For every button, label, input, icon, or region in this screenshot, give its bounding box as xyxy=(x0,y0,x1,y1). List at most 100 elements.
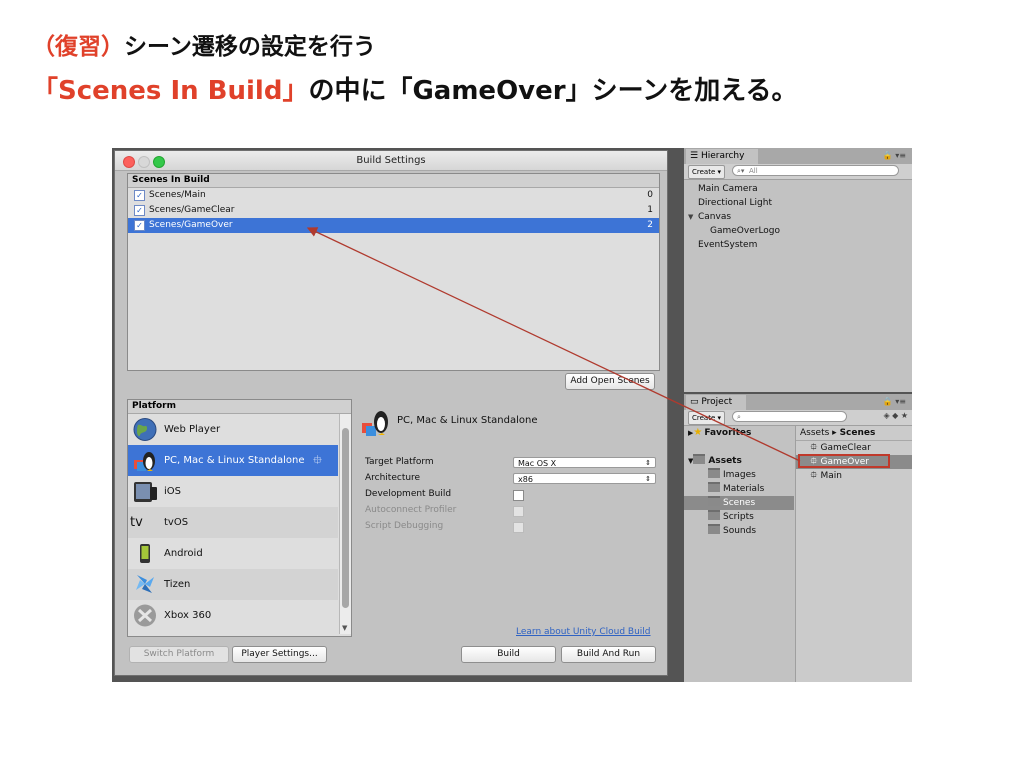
scroll-down-icon[interactable]: ▼ xyxy=(342,624,347,632)
tree-item[interactable]: Main Camera xyxy=(684,182,912,196)
folder-item[interactable]: Sounds xyxy=(684,524,794,538)
tree-item-label: Canvas xyxy=(698,212,732,222)
select-value: x86 xyxy=(518,475,533,484)
folder-label: Sounds xyxy=(723,526,757,536)
tree-item[interactable]: EventSystem xyxy=(684,238,912,252)
platform-web-player[interactable]: Web Player xyxy=(128,414,338,445)
folder-icon xyxy=(708,496,720,506)
apple-tv-icon: tv xyxy=(130,515,143,530)
platform-xbox360[interactable]: Xbox 360 xyxy=(128,600,338,631)
create-dropdown[interactable]: Create ▾ xyxy=(688,165,726,179)
hierarchy-search-input[interactable]: ⌕▾ All xyxy=(732,165,899,176)
list-icon: ☰ xyxy=(690,151,701,161)
scene-file[interactable]: ⯐ Main xyxy=(796,469,912,483)
folder-icon xyxy=(708,468,720,478)
add-open-scenes-button[interactable]: Add Open Scenes xyxy=(565,373,655,390)
scene-row[interactable]: ✓ Scenes/GameClear 1 xyxy=(128,203,659,218)
platform-tizen[interactable]: Tizen xyxy=(128,569,338,600)
breadcrumb-leaf[interactable]: Scenes xyxy=(840,428,876,438)
folder-item[interactable]: Images xyxy=(684,468,794,482)
scrollbar-thumb[interactable] xyxy=(342,428,349,608)
folder-item-selected[interactable]: Scenes xyxy=(684,496,794,510)
folder-item[interactable]: Materials xyxy=(684,482,794,496)
switch-platform-button[interactable]: Switch Platform xyxy=(129,646,229,663)
file-label: GameClear xyxy=(820,443,871,453)
folder-item[interactable]: Scripts xyxy=(684,510,794,524)
highlight-box xyxy=(798,454,890,468)
scene-name: Scenes/GameOver xyxy=(149,220,233,230)
platform-tvos[interactable]: tv tvOS xyxy=(128,507,338,538)
check-icon[interactable]: ✓ xyxy=(134,220,145,231)
lock-icon[interactable]: 🔒 ▾≡ xyxy=(883,397,906,406)
hierarchy-tabbar: ☰ Hierarchy 🔒 ▾≡ xyxy=(684,148,912,164)
select-value: Mac OS X xyxy=(518,459,557,468)
hierarchy-panel: ☰ Hierarchy 🔒 ▾≡ Create ▾ ⌕▾ All Main Cam… xyxy=(684,148,912,392)
favorites-label: Favorites xyxy=(704,428,752,438)
breadcrumb-root[interactable]: Assets xyxy=(800,428,829,438)
tab-project[interactable]: ▭ Project xyxy=(686,395,747,410)
folder-label: Materials xyxy=(723,484,765,494)
search-icon: ⌕ xyxy=(737,413,741,421)
create-dropdown[interactable]: Create ▾ xyxy=(688,411,726,425)
slide-title-line1: （復習）シーン遷移の設定を行う xyxy=(32,30,376,64)
breadcrumb: Assets ▸ Scenes xyxy=(796,426,912,441)
build-button[interactable]: Build xyxy=(461,646,556,663)
autoconnect-profiler-checkbox[interactable] xyxy=(513,506,524,517)
platform-header: Platform xyxy=(128,400,351,414)
target-platform-select[interactable]: Mac OS X ⇕ xyxy=(513,457,656,468)
close-window-icon[interactable] xyxy=(123,156,135,168)
folder-icon xyxy=(708,482,720,492)
script-debugging-label: Script Debugging xyxy=(365,521,444,531)
architecture-select[interactable]: x86 ⇕ xyxy=(513,473,656,484)
expand-triangle-icon[interactable]: ▼ xyxy=(688,210,693,224)
project-toolbar: Create ▾ ⌕ ◈ ◆ ★ xyxy=(684,410,912,426)
platform-scrollbar[interactable]: ▼ xyxy=(339,414,351,634)
folder-icon xyxy=(708,510,720,520)
chevron-updown-icon: ⇕ xyxy=(645,475,651,483)
filter-icons[interactable]: ◈ ◆ ★ xyxy=(883,411,908,420)
lock-icon[interactable]: 🔒 ▾≡ xyxy=(883,151,906,160)
cloud-build-link[interactable]: Learn about Unity Cloud Build xyxy=(516,627,651,637)
tree-item-canvas[interactable]: ▼ Canvas xyxy=(684,210,912,224)
chevron-updown-icon: ⇕ xyxy=(645,459,651,467)
scene-name: Scenes/Main xyxy=(149,190,206,200)
assets-node[interactable]: ▼ Assets xyxy=(684,454,794,468)
scene-index: 2 xyxy=(647,220,653,230)
maximize-window-icon[interactable] xyxy=(153,156,165,168)
scene-row[interactable]: ✓ Scenes/Main 0 xyxy=(128,188,659,203)
project-search-input[interactable]: ⌕ xyxy=(732,411,847,422)
star-icon: ★ xyxy=(693,427,703,438)
create-label: Create xyxy=(692,414,716,422)
build-and-run-button[interactable]: Build And Run xyxy=(561,646,656,663)
scene-index: 0 xyxy=(647,190,653,200)
folder-label: Scripts xyxy=(723,512,754,522)
scene-row-selected[interactable]: ✓ Scenes/GameOver 2 xyxy=(128,218,659,233)
scene-file[interactable]: ⯐ GameClear xyxy=(796,441,912,455)
ios-device-icon xyxy=(134,482,157,502)
tab-hierarchy[interactable]: ☰ Hierarchy xyxy=(686,149,759,164)
assets-label: Assets xyxy=(708,456,742,466)
player-settings-button[interactable]: Player Settings... xyxy=(232,646,327,663)
script-debugging-checkbox[interactable] xyxy=(513,522,524,533)
tree-item[interactable]: GameOverLogo xyxy=(684,224,912,238)
development-build-label: Development Build xyxy=(365,489,452,499)
project-tabbar: ▭ Project 🔒 ▾≡ xyxy=(684,394,912,410)
platform-ios[interactable]: iOS xyxy=(128,476,338,507)
check-icon[interactable]: ✓ xyxy=(134,190,145,201)
development-build-checkbox[interactable] xyxy=(513,490,524,501)
platform-label: iOS xyxy=(164,486,181,497)
minimize-window-icon[interactable] xyxy=(138,156,150,168)
globe-icon xyxy=(133,418,157,441)
favorites-node[interactable]: ▶★ Favorites xyxy=(684,426,794,440)
platform-label: Web Player xyxy=(164,424,221,435)
scenes-header: Scenes In Build xyxy=(128,174,659,188)
target-platform-label: Target Platform xyxy=(365,457,434,467)
title-paren: （復習） xyxy=(32,34,124,60)
platform-standalone[interactable]: PC, Mac & Linux Standalone ⯐ xyxy=(128,445,338,476)
xbox-icon xyxy=(134,604,156,627)
folder-icon xyxy=(693,454,706,464)
platform-android[interactable]: Android xyxy=(128,538,338,569)
check-icon[interactable]: ✓ xyxy=(134,205,145,216)
title-rest-2: の中に「GameOver」シーンを加える。 xyxy=(308,76,798,106)
tree-item[interactable]: Directional Light xyxy=(684,196,912,210)
